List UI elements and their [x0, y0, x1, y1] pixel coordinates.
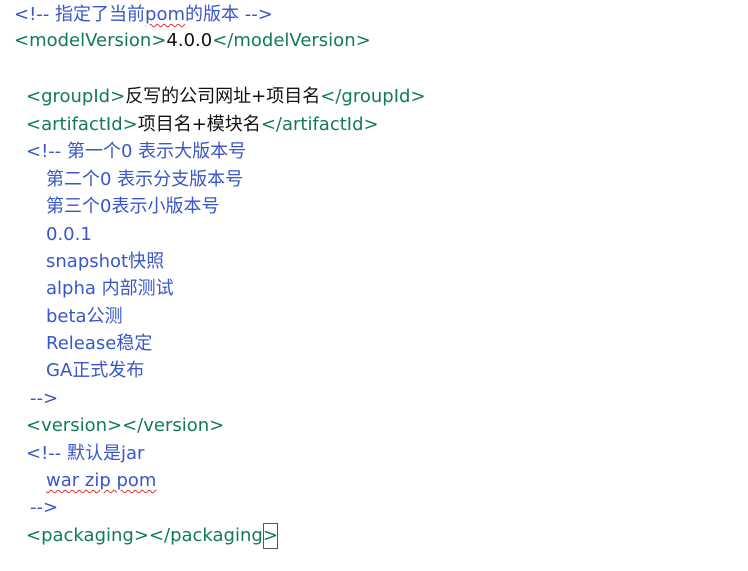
comment-text: 的版本 --> — [185, 4, 273, 25]
model-version-line: <modelVersion>4.0.0</modelVersion> — [14, 28, 371, 54]
group-id-open-tag: <groupId> — [26, 86, 126, 107]
comment-line: Release稳定 — [46, 333, 153, 354]
comment-text-pom: pom — [145, 4, 185, 25]
comment-line: 第二个0 表示分支版本号 — [46, 169, 244, 190]
comment-line: snapshot快照 — [46, 251, 165, 272]
comment-text: <!-- 指定了当前 — [14, 4, 146, 25]
artifact-id-close-tag: </artifactId> — [260, 114, 379, 135]
packaging-close-tag: </packaging — [148, 525, 263, 546]
model-version-open-tag: <modelVersion> — [14, 30, 167, 51]
group-id-line: <groupId>反写的公司网址+项目名</groupId> — [26, 84, 426, 110]
group-id-value: 反写的公司网址+项目名 — [125, 86, 321, 107]
packaging-open-tag: <packaging> — [26, 525, 149, 546]
text-cursor[interactable]: > — [262, 523, 278, 549]
comment-line-pom-version: <!-- 指定了当前pom的版本 --> — [14, 2, 273, 28]
version-close-tag: </version> — [122, 415, 225, 436]
comment-line: beta公测 — [46, 306, 123, 327]
artifact-id-value: 项目名+模块名 — [137, 114, 261, 135]
xml-editor[interactable]: <!-- 指定了当前pom的版本 --> <modelVersion>4.0.0… — [0, 0, 748, 571]
artifact-id-line: <artifactId>项目名+模块名</artifactId> — [26, 112, 379, 138]
comment-line: --> — [30, 388, 59, 409]
comment-line: --> — [30, 497, 59, 518]
version-line: <version></version> — [26, 413, 224, 439]
artifact-id-open-tag: <artifactId> — [26, 114, 138, 135]
comment-line: 第三个0表示小版本号 — [46, 196, 220, 217]
model-version-value: 4.0.0 — [166, 30, 213, 51]
comment-line: alpha 内部测试 — [46, 278, 174, 299]
comment-line: <!-- 第一个0 表示大版本号 — [26, 141, 247, 162]
comment-line: 0.0.1 — [46, 224, 92, 245]
group-id-close-tag: </groupId> — [320, 86, 426, 107]
packaging-line: <packaging></packaging> — [26, 523, 278, 549]
version-open-tag: <version> — [26, 415, 123, 436]
comment-line: <!-- 默认是jar — [26, 443, 145, 464]
comment-line: GA正式发布 — [46, 360, 145, 381]
model-version-close-tag: </modelVersion> — [212, 30, 371, 51]
comment-line: war zip pom — [46, 470, 157, 491]
